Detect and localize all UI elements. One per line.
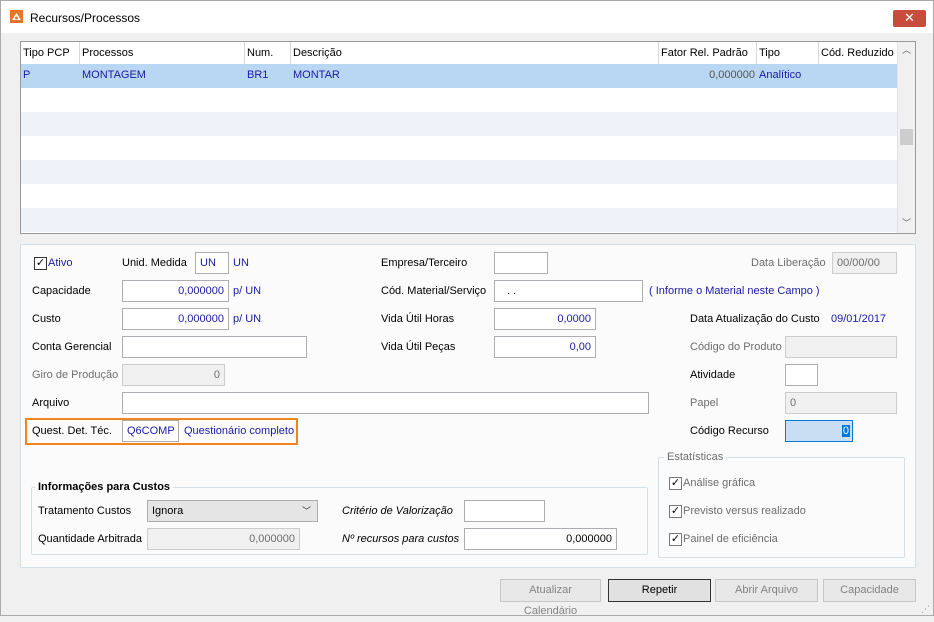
analise-grafica-label: Análise gráfica bbox=[683, 477, 756, 489]
custo-input[interactable]: 0,000000 bbox=[122, 308, 229, 330]
scroll-down-icon[interactable]: ﹀ bbox=[898, 215, 915, 232]
table-row-empty bbox=[21, 208, 897, 232]
giro-producao-input: 0 bbox=[122, 364, 225, 386]
custo-unit: p/ UN bbox=[233, 313, 262, 325]
estatisticas-title: Estatísticas bbox=[664, 451, 727, 463]
empresa-terceiro-input[interactable] bbox=[494, 252, 548, 274]
quest-det-tec-label: Quest. Det. Téc. bbox=[32, 425, 112, 437]
header-tipo[interactable]: Tipo bbox=[757, 42, 819, 64]
giro-producao-label: Giro de Produção bbox=[32, 369, 119, 381]
codigo-recurso-value: 0 bbox=[841, 425, 850, 437]
table-row-empty bbox=[21, 184, 897, 208]
capacidade-input[interactable]: 0,000000 bbox=[122, 280, 229, 302]
capacidade-unit: p/ UN bbox=[233, 285, 262, 297]
cell-num: BR1 bbox=[247, 69, 269, 81]
codigo-recurso-label: Código Recurso bbox=[690, 425, 769, 437]
data-liberacao-input: 00/00/00 bbox=[832, 252, 897, 274]
window-title: Recursos/Processos bbox=[30, 11, 141, 25]
capacidade-label: Capacidade bbox=[32, 285, 91, 297]
header-descricao[interactable]: Descrição bbox=[291, 42, 659, 64]
arquivo-label: Arquivo bbox=[32, 397, 70, 409]
quest-code-input[interactable]: Q6COMP bbox=[122, 420, 179, 442]
criterio-valorizacao-label: Critério de Valorização bbox=[342, 505, 453, 517]
title-bar: Recursos/Processos ✕ bbox=[1, 1, 933, 33]
processes-grid[interactable]: Tipo PCP Processos Num. Descrição Fator … bbox=[20, 41, 916, 234]
cell-tipo-pcp: P bbox=[23, 69, 31, 81]
unid-medida-desc: UN bbox=[233, 257, 249, 269]
cod-material-hint: ( Informe o Material neste Campo ) bbox=[649, 285, 820, 297]
abrir-arquivo-button[interactable]: Abrir Arquivo bbox=[715, 579, 818, 602]
table-row-empty bbox=[21, 136, 897, 160]
data-liberacao-label: Data Liberação bbox=[751, 257, 826, 269]
previsto-realizado-label: Previsto versus realizado bbox=[683, 505, 806, 517]
header-processos[interactable]: Processos bbox=[80, 42, 245, 64]
cell-cod-reduzido bbox=[819, 64, 821, 88]
tratamento-custos-select[interactable]: Ignora ﹀ bbox=[147, 500, 318, 522]
cod-material-input[interactable]: . . bbox=[494, 280, 643, 302]
vida-util-horas-label: Vida Útil Horas bbox=[381, 313, 455, 325]
arquivo-input[interactable] bbox=[122, 392, 649, 414]
data-atualizacao-label: Data Atualização do Custo bbox=[690, 313, 820, 325]
codigo-produto-input bbox=[785, 336, 897, 358]
papel-input: 0 bbox=[785, 392, 897, 414]
tratamento-custos-label: Tratamento Custos bbox=[38, 505, 132, 517]
quest-desc: Questionário completo bbox=[184, 425, 295, 437]
tratamento-custos-value: Ignora bbox=[152, 505, 184, 517]
app-icon bbox=[10, 10, 23, 23]
conta-gerencial-input[interactable] bbox=[122, 336, 307, 358]
grid-header: Tipo PCP Processos Num. Descrição Fator … bbox=[21, 42, 897, 64]
table-row-empty bbox=[21, 88, 897, 112]
n-recursos-label: Nº recursos para custos bbox=[342, 533, 460, 545]
cell-descricao: MONTAR bbox=[293, 69, 340, 81]
close-button[interactable]: ✕ bbox=[893, 10, 926, 27]
quantidade-arbitrada-label: Quantidade Arbitrada bbox=[38, 533, 142, 545]
painel-eficiencia-checkbox[interactable]: ✓ bbox=[669, 533, 682, 546]
header-cod-reduzido[interactable]: Cód. Reduzido bbox=[819, 42, 897, 64]
atividade-input[interactable] bbox=[785, 364, 818, 386]
atualizar-calendario-button[interactable]: Atualizar Calendário bbox=[500, 579, 601, 617]
header-tipo-pcp[interactable]: Tipo PCP bbox=[21, 42, 80, 64]
analise-grafica-checkbox[interactable]: ✓ bbox=[669, 477, 682, 490]
custo-label: Custo bbox=[32, 313, 61, 325]
criterio-valorizacao-input[interactable] bbox=[464, 500, 545, 522]
capacidade-button[interactable]: Capacidade bbox=[823, 579, 916, 602]
header-num[interactable]: Num. bbox=[245, 42, 291, 64]
vida-util-pecas-label: Vida Útil Peças bbox=[381, 341, 456, 353]
resize-grip-icon[interactable]: ⋰ bbox=[921, 604, 933, 616]
n-recursos-input[interactable]: 0,000000 bbox=[464, 528, 617, 550]
cell-tipo: Analítico bbox=[759, 69, 802, 81]
conta-gerencial-label: Conta Gerencial bbox=[32, 341, 112, 353]
previsto-realizado-checkbox[interactable]: ✓ bbox=[669, 505, 682, 518]
grid-vertical-scrollbar[interactable]: ︿ ﹀ bbox=[897, 42, 915, 233]
ativo-label: Ativo bbox=[48, 257, 73, 269]
unid-medida-input[interactable]: UN bbox=[195, 252, 229, 274]
recursos-processos-window: Recursos/Processos ✕ Tipo PCP Processos … bbox=[0, 0, 934, 617]
codigo-recurso-input[interactable]: 0 bbox=[785, 420, 853, 442]
atividade-label: Atividade bbox=[690, 369, 736, 381]
table-row-empty bbox=[21, 160, 897, 184]
table-row-empty bbox=[21, 112, 897, 136]
header-fator-rel-padrao[interactable]: Fator Rel. Padrão bbox=[659, 42, 757, 64]
unid-medida-label: Unid. Medida bbox=[122, 257, 187, 269]
table-row[interactable]: P MONTAGEM BR1 MONTAR 0,000000 Analítico bbox=[21, 64, 897, 88]
painel-eficiencia-label: Painel de eficiência bbox=[683, 533, 778, 545]
empresa-terceiro-label: Empresa/Terceiro bbox=[381, 257, 468, 269]
quantidade-arbitrada-input: 0,000000 bbox=[147, 528, 300, 550]
scroll-up-icon[interactable]: ︿ bbox=[898, 42, 915, 59]
vida-util-horas-input[interactable]: 0,0000 bbox=[494, 308, 596, 330]
cell-fator: 0,000000 bbox=[709, 69, 755, 81]
data-atualizacao-value: 09/01/2017 bbox=[831, 313, 887, 325]
chevron-down-icon: ﹀ bbox=[301, 506, 311, 516]
repetir-button[interactable]: Repetir bbox=[608, 579, 711, 602]
close-icon: ✕ bbox=[904, 10, 915, 25]
vida-util-pecas-input[interactable]: 0,00 bbox=[494, 336, 596, 358]
scroll-thumb[interactable] bbox=[900, 129, 913, 145]
cod-material-label: Cód. Material/Serviço bbox=[381, 285, 487, 297]
custos-group-title: Informações para Custos bbox=[35, 481, 174, 493]
ativo-checkbox[interactable]: ✓ bbox=[34, 257, 47, 270]
codigo-produto-label: Código do Produto bbox=[690, 341, 782, 353]
papel-label: Papel bbox=[690, 397, 719, 409]
cell-processos: MONTAGEM bbox=[82, 69, 146, 81]
